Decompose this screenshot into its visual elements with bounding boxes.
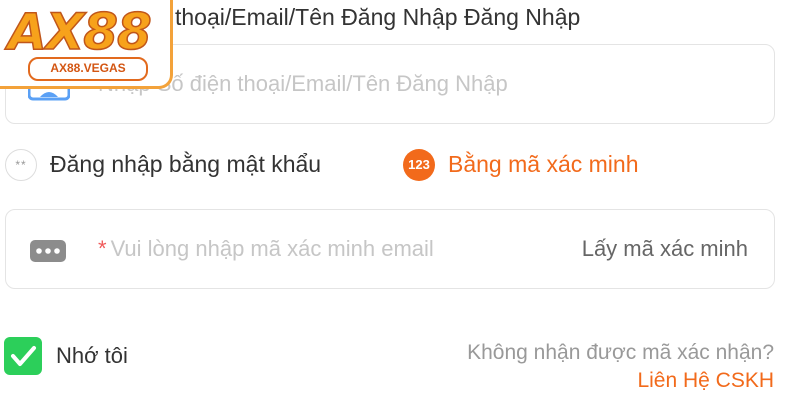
verification-code-placeholder: * Vui lòng nhập mã xác minh email [98,236,434,262]
brand-logo: AX88 AX88.VEGAS [0,0,173,89]
remember-me-label: Nhớ tôi [56,343,128,368]
verification-code-input[interactable]: * Vui lòng nhập mã xác minh email Lấy mã … [5,209,775,289]
checkmark-icon [11,346,36,366]
code-login-label: Bằng mã xác minh [448,151,639,177]
password-login-label: Đăng nhập bằng mật khẩu [50,151,322,177]
number-code-icon: 123 [403,149,435,181]
required-mark: * [98,236,107,261]
logo-domain-text: AX88.VEGAS [28,57,148,81]
get-code-button[interactable]: Lấy mã xác minh [582,236,748,262]
account-field-title: thoại/Email/Tên Đăng Nhập Đăng Nhập [175,4,581,30]
help-text: Không nhận được mã xác nhận? Liên Hệ CSKH [444,339,774,395]
help-message: Không nhận được mã xác nhận? [467,341,774,364]
remember-checkbox[interactable] [4,337,42,375]
verification-placeholder-text: Vui lòng nhập mã xác minh email [110,236,434,261]
dots-icon [30,240,66,267]
logo-brand-text: AX88 [7,3,152,61]
contact-support-link[interactable]: Liên Hệ CSKH [637,369,774,392]
asterisk-icon: ** [5,149,37,181]
